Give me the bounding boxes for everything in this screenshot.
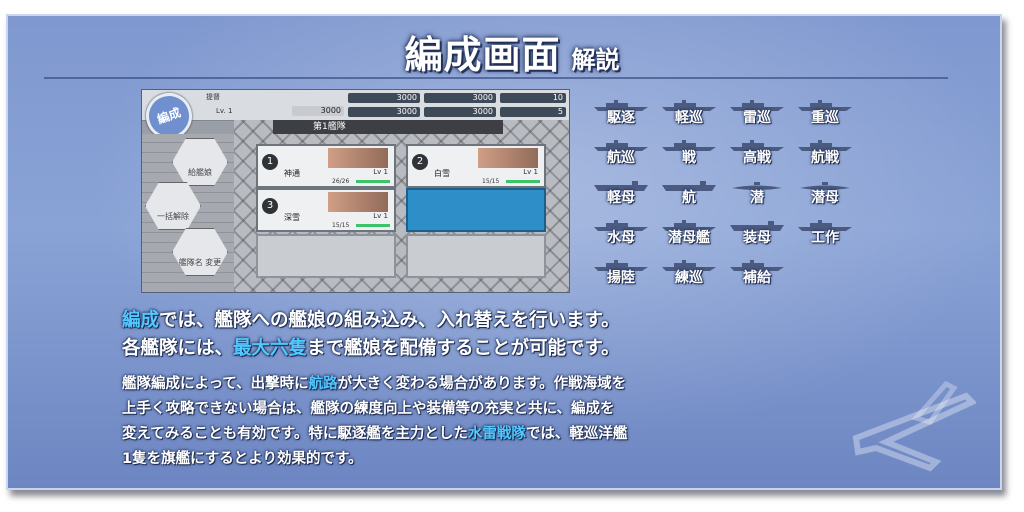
hp-bar — [356, 224, 390, 227]
hp-bar — [506, 180, 540, 183]
hud-bar: 提督 Lv. 1 3000 3000 3000 10 3000 3000 5 — [142, 90, 569, 121]
ammo-value: 3000 — [424, 93, 496, 103]
ship-card-3[interactable]: 3 深雪 Lv 1 15/15 — [256, 188, 396, 232]
detail-line-3: 変えてみることも有効です。特に駆逐艦を主力とした水雷戦隊では、軽巡洋艦 — [122, 426, 628, 442]
fuel-value: 3000 — [348, 93, 420, 103]
ship-level: Lv 1 — [373, 168, 388, 176]
ship-card-2[interactable]: 2 白雪 Lv 1 15/15 — [406, 144, 546, 188]
ship-type-fast-battleship: 高戦 — [726, 137, 788, 167]
detail-line-2: 上手く攻略できない場合は、艦隊の練度向上や装備等の充実と共に、編成を — [122, 401, 615, 417]
ship-name: 神通 — [284, 169, 300, 178]
airplane-watermark-icon — [852, 380, 976, 472]
bauxite-value: 3000 — [424, 107, 496, 117]
ship-type-legend: 駆逐 軽巡 雷巡 重巡 航巡 戦 高戦 航戦 軽母 航 潜 潜母 水母 潜母艦 … — [590, 97, 875, 297]
slot-number: 1 — [262, 154, 278, 170]
fleet-screen-preview: 提督 Lv. 1 3000 3000 3000 10 3000 3000 5 編… — [141, 89, 570, 293]
ship-slot-6-empty[interactable] — [406, 234, 546, 278]
title-sub: 解説 — [571, 46, 620, 74]
ship-name: 深雪 — [284, 213, 300, 222]
fleet-tab[interactable]: 第1艦隊 — [273, 120, 503, 134]
bucket-value: 10 — [500, 93, 566, 103]
detail-line-4: 1隻を旗艦にするとより効果的です。 — [122, 451, 363, 467]
steel-value: 3000 — [348, 107, 420, 117]
ship-type-light-carrier: 軽母 — [590, 177, 652, 207]
level-label: Lv. 1 — [216, 107, 233, 115]
intro-line-2: 各艦隊には、最大六隻まで艦娘を配備することが可能です。 — [122, 338, 620, 359]
ship-level: Lv 1 — [523, 168, 538, 176]
ship-type-repair-ship: 工作 — [794, 217, 856, 247]
ship-level: Lv 1 — [373, 212, 388, 220]
slot-number: 2 — [412, 154, 428, 170]
ship-type-submarine-carrier: 潜母 — [794, 177, 856, 207]
exp-value: 3000 — [292, 106, 344, 116]
ship-type-torpedo-cruiser: 雷巡 — [726, 97, 788, 127]
ship-type-destroyer: 駆逐 — [590, 97, 652, 127]
keyword-torpedo-squadron: 水雷戦隊 — [467, 426, 526, 442]
ship-type-light-cruiser: 軽巡 — [658, 97, 720, 127]
keyword-max-six: 最大六隻 — [233, 338, 308, 359]
ship-portrait — [328, 148, 388, 168]
keyword-route: 航路 — [308, 376, 338, 392]
ship-type-seaplane-tender: 水母 — [590, 217, 652, 247]
keyword-formation: 編成 — [122, 310, 160, 331]
ship-name: 白雪 — [434, 169, 450, 178]
ship-slot-5-empty[interactable] — [256, 234, 396, 278]
ship-portrait — [328, 192, 388, 212]
ship-type-battleship: 戦 — [658, 137, 720, 167]
ship-hp: 26/26 — [332, 178, 350, 185]
ship-type-aviation-cruiser: 航巡 — [590, 137, 652, 167]
title-divider — [44, 77, 948, 79]
ship-type-training-cruiser: 練巡 — [658, 257, 720, 287]
slot-number: 3 — [262, 198, 278, 214]
ship-type-armored-carrier: 装母 — [726, 217, 788, 247]
ship-type-landing-ship: 揚陸 — [590, 257, 652, 287]
page-title: 編成画面 解説 — [0, 24, 1024, 79]
ship-type-aviation-battleship: 航戦 — [794, 137, 856, 167]
devmat-value: 5 — [500, 107, 566, 117]
ship-slot-4-selected[interactable] — [406, 188, 546, 232]
hp-bar — [356, 180, 390, 183]
ship-hp: 15/15 — [482, 178, 500, 185]
ship-type-fleet-oiler: 補給 — [726, 257, 788, 287]
ship-type-carrier: 航 — [658, 177, 720, 207]
ship-hp: 15/15 — [332, 222, 350, 229]
intro-line-1: 編成では、艦隊への艦娘の組み込み、入れ替えを行います。 — [122, 310, 620, 331]
ship-portrait — [478, 148, 538, 168]
ship-card-1[interactable]: 1 神通 Lv 1 26/26 — [256, 144, 396, 188]
ship-type-submarine: 潜 — [726, 177, 788, 207]
rank-label: 提督 — [206, 93, 220, 101]
ship-type-heavy-cruiser: 重巡 — [794, 97, 856, 127]
title-main: 編成画面 — [404, 33, 561, 77]
ship-type-submarine-tender: 潜母艦 — [658, 217, 720, 247]
detail-line-1: 艦隊編成によって、出撃時に航路が大きく変わる場合があります。作戦海域を — [122, 376, 627, 392]
